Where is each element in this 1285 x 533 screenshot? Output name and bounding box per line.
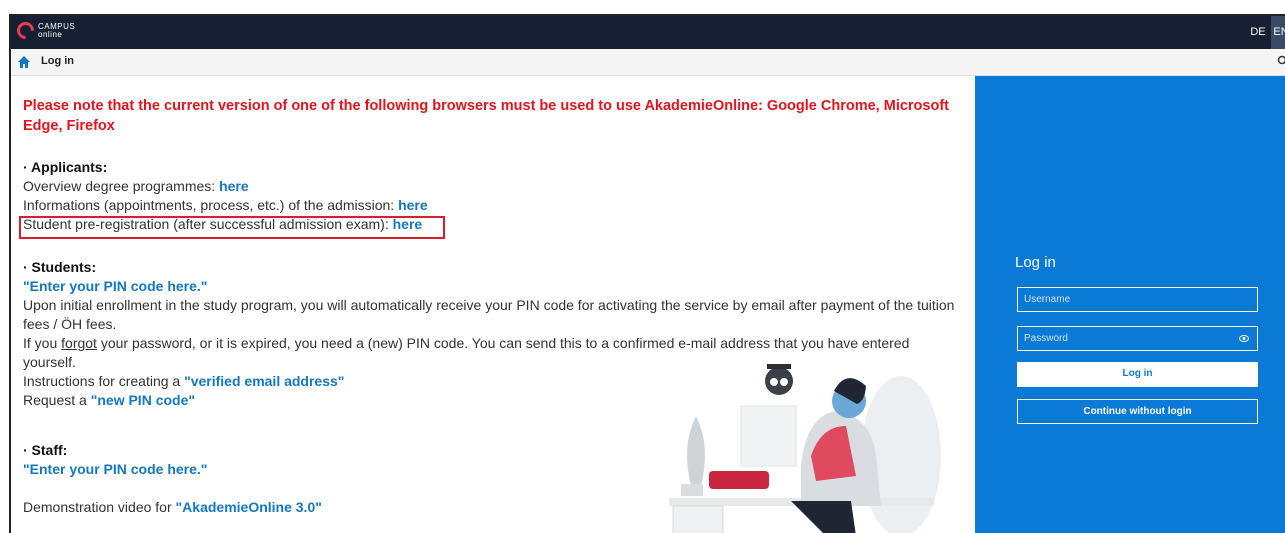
login-panel: Log in Username Password Log in Continue… xyxy=(975,76,1285,533)
applicants-line1: Overview degree programmes: here xyxy=(23,178,249,194)
login-title: Log in xyxy=(1015,254,1056,271)
staff-heading: · Staff: xyxy=(23,442,68,458)
applicants-line2: Informations (appointments, process, etc… xyxy=(23,197,428,213)
overview-programmes-link[interactable]: here xyxy=(219,178,249,194)
verified-email-link[interactable]: "verified email address" xyxy=(184,373,344,389)
illustration-person-at-desk xyxy=(669,364,941,533)
students-heading: · Students: xyxy=(23,259,97,275)
highlight-box xyxy=(19,216,445,239)
top-bar: CAMPUS online DE EN xyxy=(11,16,1285,49)
staff-pin-link[interactable]: "Enter your PIN code here." xyxy=(23,460,207,479)
continue-without-login-button[interactable]: Continue without login xyxy=(1017,399,1258,424)
username-input[interactable]: Username xyxy=(1017,287,1258,312)
lang-de-button[interactable]: DE xyxy=(1245,16,1271,49)
lang-en-button[interactable]: EN xyxy=(1271,16,1285,49)
students-pin-link[interactable]: "Enter your PIN code here." xyxy=(23,277,958,296)
nav-bar: Log in xyxy=(11,49,1285,76)
forgot-link[interactable]: forgot xyxy=(61,335,97,351)
new-pin-link[interactable]: "new PIN code" xyxy=(91,392,195,408)
applicants-heading: · Applicants: xyxy=(23,159,108,175)
admission-info-link[interactable]: here xyxy=(398,197,428,213)
campus-online-logo[interactable]: CAMPUS online xyxy=(13,18,75,43)
main-content: Please note that the current version of … xyxy=(11,76,973,533)
browser-notice: Please note that the current version of … xyxy=(23,98,949,134)
eye-icon[interactable] xyxy=(1239,334,1249,343)
demo-line: Demonstration video for "AkademieOnline … xyxy=(23,499,322,515)
page-title: Log in xyxy=(41,55,74,67)
search-icon[interactable] xyxy=(1277,55,1285,67)
staff-section: · Staff: "Enter your PIN code here." xyxy=(23,441,207,479)
logo-line2: online xyxy=(38,29,63,39)
logo-ring-icon xyxy=(13,18,38,43)
password-placeholder: Password xyxy=(1024,333,1068,344)
browser-frame: CAMPUS online DE EN Log in Please note t… xyxy=(9,14,1285,533)
home-icon[interactable] xyxy=(17,55,31,69)
demo-video-link[interactable]: "AkademieOnline 3.0" xyxy=(176,499,322,515)
login-button[interactable]: Log in xyxy=(1017,362,1258,387)
username-placeholder: Username xyxy=(1024,294,1071,305)
password-input[interactable]: Password xyxy=(1017,326,1258,351)
